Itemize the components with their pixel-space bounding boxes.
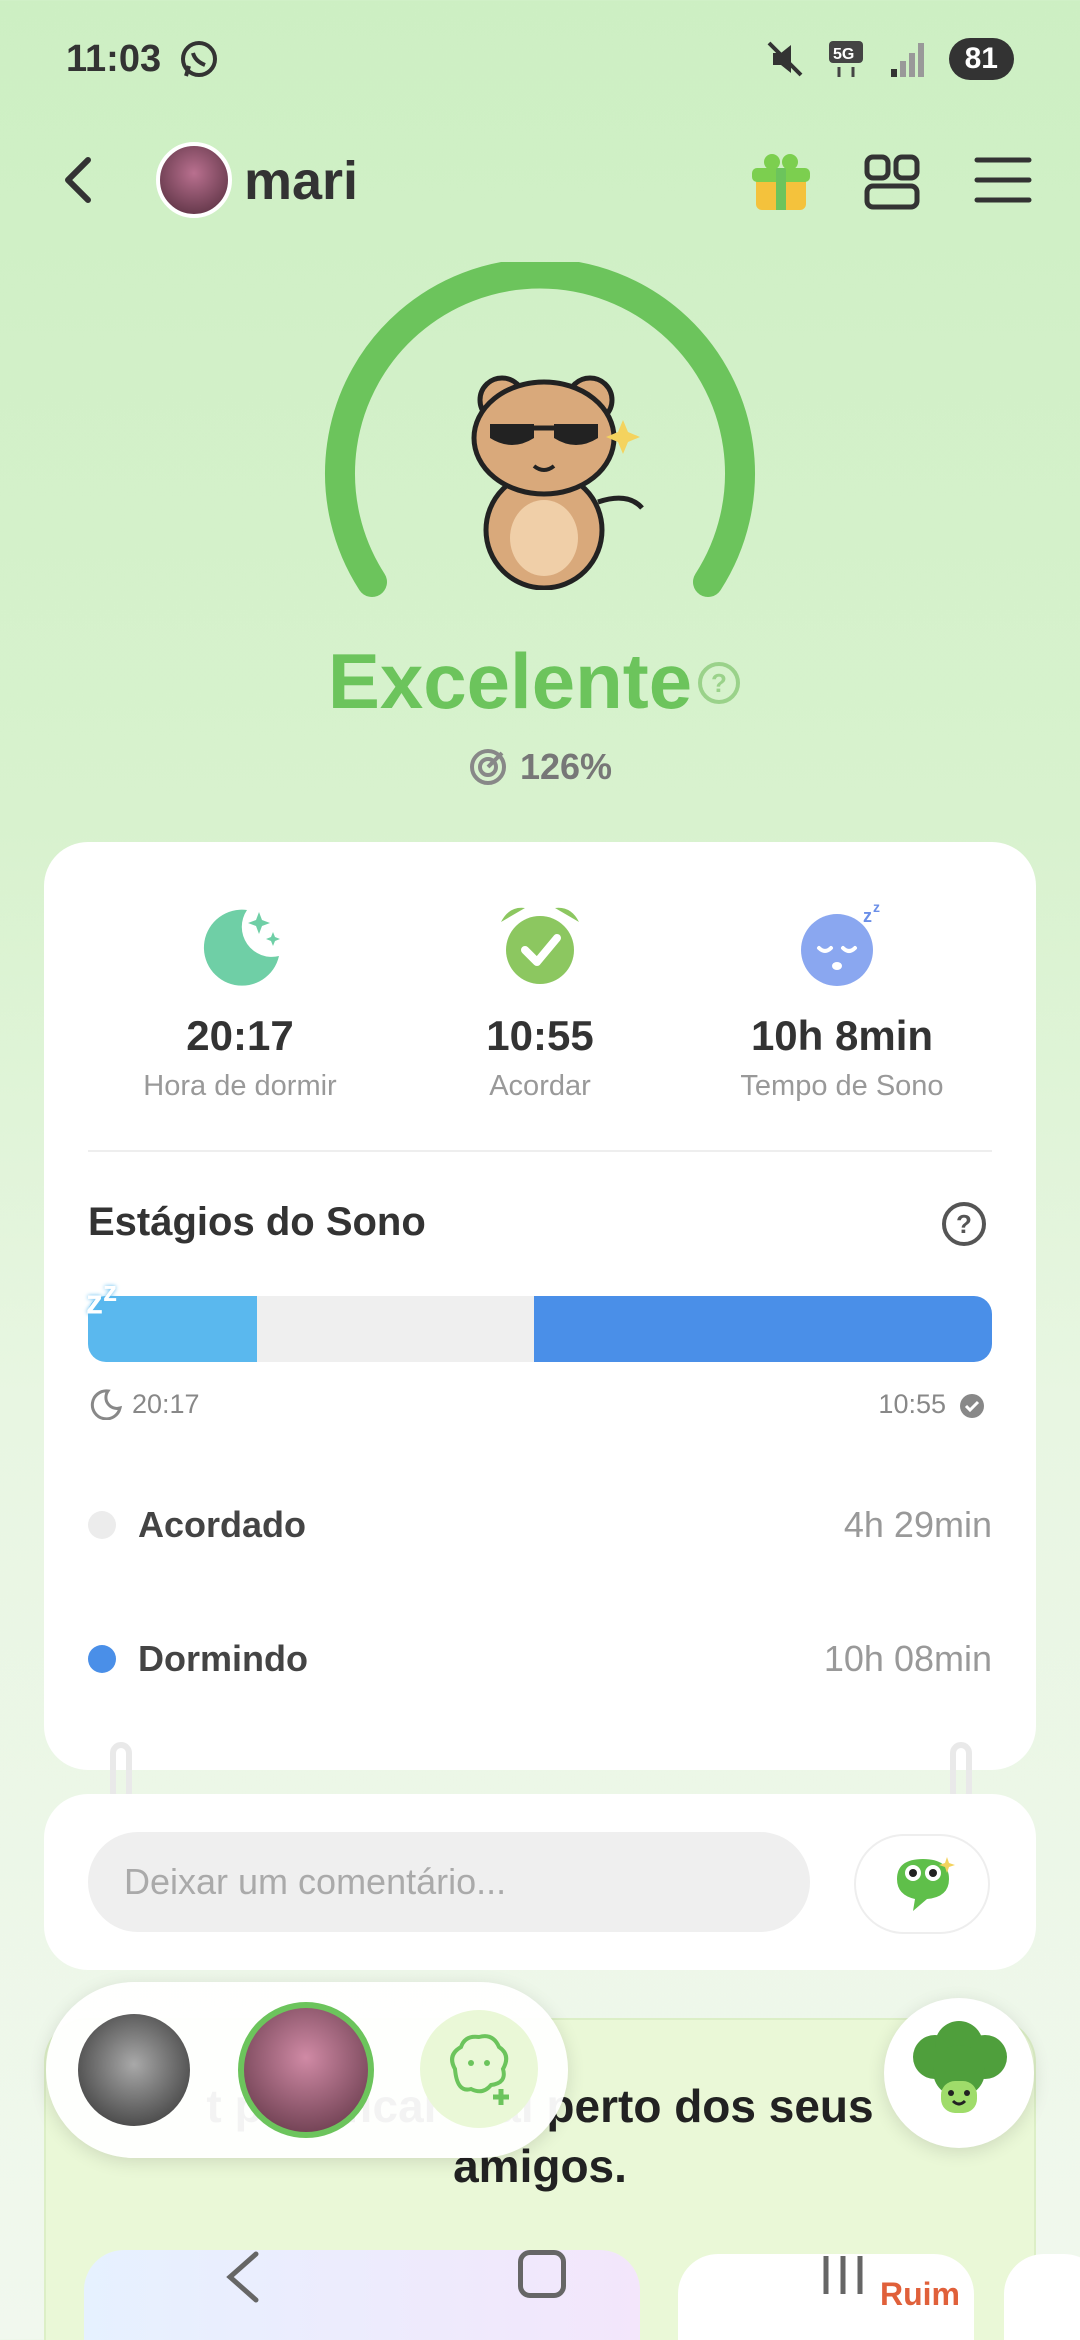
score-percent-value: 126% xyxy=(519,746,613,787)
help-icon[interactable]: ? xyxy=(696,660,742,706)
legend-awake-value: 4h 29min xyxy=(843,1504,992,1545)
target-icon xyxy=(469,749,506,785)
svg-text:?: ? xyxy=(711,668,727,698)
add-friend-icon xyxy=(450,2034,509,2105)
battery-indicator: 81 xyxy=(948,38,1014,80)
legend-awake-label: Acordado xyxy=(138,1504,307,1545)
legend-asleep: Dormindo 10h 08min xyxy=(88,1638,992,1680)
help-icon[interactable]: ? xyxy=(940,1200,988,1248)
svg-text:?: ? xyxy=(956,1209,972,1239)
add-friend-button[interactable] xyxy=(420,2010,538,2128)
signal-5g-icon: 5G xyxy=(828,41,863,77)
promo-preview-card[interactable] xyxy=(1004,2254,1080,2340)
legend-awake: Acordado 4h 29min xyxy=(88,1504,992,1546)
current-user-avatar[interactable] xyxy=(238,2002,374,2138)
alarm-small-icon xyxy=(960,1394,984,1418)
nav-recents-button[interactable] xyxy=(820,2252,866,2298)
stage-segment-awake xyxy=(257,1296,534,1362)
nav-back-button[interactable] xyxy=(222,2250,262,2304)
stage-start-time: 20:17 xyxy=(132,1388,200,1419)
bedtime-label: Hora de dormir xyxy=(143,1070,337,1102)
svg-text:z: z xyxy=(873,900,880,915)
wake-value: 10:55 xyxy=(486,1012,594,1059)
mute-icon xyxy=(767,41,803,77)
stage-end: 10:55 xyxy=(878,1388,988,1420)
menu-icon[interactable] xyxy=(974,154,1032,206)
bedtime-value: 20:17 xyxy=(186,1012,294,1059)
dashboard-icon[interactable] xyxy=(862,152,922,212)
stage-start: 20:17 xyxy=(90,1388,200,1420)
nav-home-button[interactable] xyxy=(518,2250,566,2298)
duration-label: Tempo de Sono xyxy=(740,1070,944,1102)
comment-input[interactable] xyxy=(88,1832,810,1932)
sleep-stages-bar xyxy=(88,1296,992,1362)
bedtime-stat: 20:17 Hora de dormir xyxy=(90,900,390,1103)
status-time: 11:03 xyxy=(66,38,162,80)
user-name[interactable]: mari xyxy=(244,150,358,212)
whatsapp-icon xyxy=(181,41,217,77)
user-avatar[interactable] xyxy=(156,142,232,218)
frog-sticker-icon xyxy=(897,1857,955,1911)
alarm-check-icon xyxy=(501,907,579,984)
legend-dot xyxy=(88,1511,116,1539)
legend-dot xyxy=(88,1645,116,1673)
broccoli-icon xyxy=(913,2021,1007,2113)
svg-text:5G: 5G xyxy=(833,46,854,63)
legend-asleep-value: 10h 08min xyxy=(823,1638,992,1679)
sleep-stages-title: Estágios do Sono xyxy=(88,1200,426,1244)
legend-asleep-label: Dormindo xyxy=(138,1638,308,1679)
duration-stat: z z 10h 8min Tempo de Sono xyxy=(692,900,992,1103)
duration-value: 10h 8min xyxy=(750,1012,934,1059)
score-percent: 126% xyxy=(0,746,1080,788)
status-icons: 5G 81 xyxy=(765,38,1014,80)
sleeping-face-icon: z z xyxy=(801,900,880,986)
stage-end-time: 10:55 xyxy=(878,1388,946,1419)
friend-avatar[interactable] xyxy=(78,2014,190,2126)
moon-small-icon xyxy=(90,1389,122,1420)
zz-icon: zz xyxy=(86,1276,118,1322)
sticker-button[interactable] xyxy=(854,1834,990,1934)
wake-stat: 10:55 Acordar xyxy=(390,900,690,1103)
svg-text:z: z xyxy=(863,906,872,926)
sleep-score-title: Excelente xyxy=(327,637,693,725)
rating-badge: Ruim xyxy=(880,2276,960,2312)
broccoli-mascot-button[interactable] xyxy=(884,1998,1034,2148)
cell-signal-icon xyxy=(890,43,924,77)
bear-mascot-icon xyxy=(471,375,644,590)
back-button[interactable] xyxy=(50,150,110,210)
wake-label: Acordar xyxy=(489,1070,591,1102)
gift-icon[interactable] xyxy=(748,150,814,216)
moon-icon xyxy=(203,909,280,986)
stage-segment-sleep xyxy=(533,1296,992,1362)
divider xyxy=(88,1150,992,1152)
